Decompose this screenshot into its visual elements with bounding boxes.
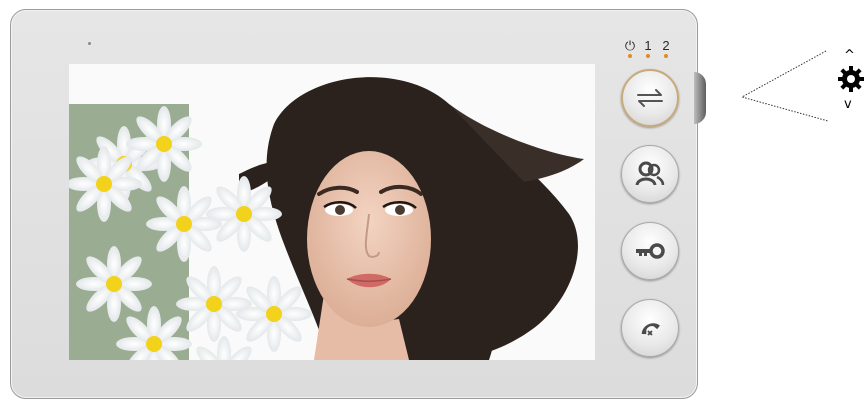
switch-channel-button[interactable] <box>621 69 679 127</box>
power-led <box>628 54 632 58</box>
channel-2-label: 2 <box>662 38 670 53</box>
swap-arrows-icon <box>637 89 663 107</box>
contacts-button[interactable] <box>621 145 679 203</box>
video-screen[interactable] <box>69 64 595 360</box>
channel-1-indicator: 1 <box>641 38 655 58</box>
unlock-button[interactable] <box>621 222 679 280</box>
users-icon <box>635 161 665 186</box>
video-feed-image <box>69 64 595 360</box>
channel-1-label: 1 <box>644 38 652 53</box>
channel-1-led <box>646 54 650 58</box>
hang-up-button[interactable] <box>621 299 679 357</box>
camera-sensor <box>88 42 91 45</box>
gear-icon <box>838 66 864 92</box>
settings-dial[interactable] <box>694 72 706 124</box>
settings-callout: ^ v <box>740 40 864 130</box>
channel-2-led <box>664 54 668 58</box>
power-indicator: ⏻ <box>623 38 637 58</box>
up-arrow-icon: ^ <box>844 48 855 63</box>
status-indicators: ⏻ 1 2 <box>623 39 679 61</box>
intercom-monitor: ⏻ 1 2 <box>10 9 698 399</box>
power-icon: ⏻ <box>624 38 636 53</box>
down-arrow-icon: v <box>844 97 852 112</box>
phone-hangup-icon <box>641 323 660 336</box>
channel-2-indicator: 2 <box>659 38 673 58</box>
key-icon <box>636 243 665 259</box>
